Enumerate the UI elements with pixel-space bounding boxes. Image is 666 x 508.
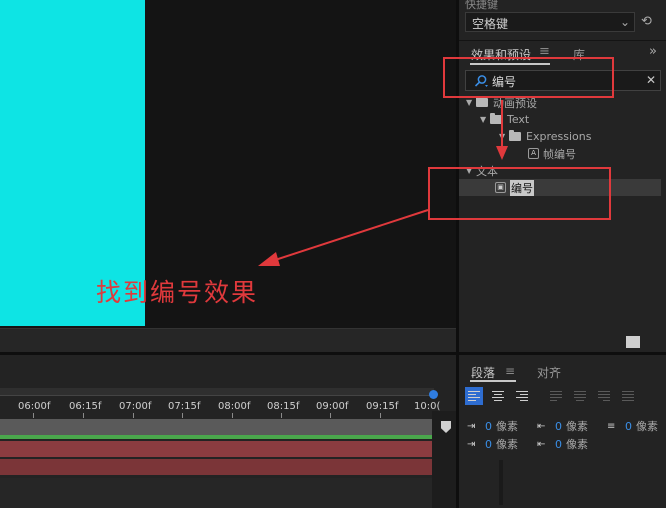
expand-triangle-icon[interactable]: ▼ [480, 115, 490, 124]
tree-item-frame-number[interactable]: A 帧编号 [528, 145, 576, 162]
annotation-box-search [443, 57, 614, 98]
timeline-panel: 06:00f 06:15f 07:00f 07:15f 08:00f 08:15… [0, 355, 456, 508]
align-right-button[interactable] [513, 387, 531, 405]
ruler-label: 06:15f [69, 401, 102, 412]
justify-right-button[interactable] [595, 387, 613, 405]
first-line-indent-value[interactable]: 0 [485, 438, 492, 451]
align-center-button[interactable] [489, 387, 507, 405]
paragraph-scrollbar[interactable] [499, 460, 503, 505]
tree-item-label: 帧编号 [543, 147, 576, 161]
ruler-label: 07:15f [168, 401, 201, 412]
space-after-field[interactable]: ⇤ 0 像素 [537, 436, 588, 452]
active-tab-underline [470, 380, 516, 382]
shortcut-select-value: 空格键 [472, 17, 509, 31]
ruler-label: 06:00f [18, 401, 51, 412]
space-after-unit: 像素 [566, 438, 588, 451]
tree-item-label: Expressions [526, 130, 592, 143]
ruler-tick [330, 413, 331, 418]
first-line-indent-unit: 像素 [496, 438, 518, 451]
annotation-box-effect [428, 167, 611, 220]
folder-icon [490, 113, 502, 124]
first-line-indent-field[interactable]: ⇥ 0 像素 [467, 436, 518, 452]
tree-item-text-folder[interactable]: ▼ Text [480, 111, 529, 128]
folder-icon [476, 96, 488, 107]
timeline-empty-area [0, 478, 432, 508]
indent-left-icon: ⇥ [467, 420, 476, 432]
justify-left-button[interactable] [547, 387, 565, 405]
shortcut-label: 快捷键 [465, 0, 498, 11]
indent-right-unit: 像素 [636, 420, 658, 433]
space-before-unit: 像素 [566, 420, 588, 433]
reset-icon[interactable]: ⟲ [641, 14, 657, 30]
expand-triangle-icon[interactable]: ▼ [499, 132, 509, 141]
tab-align[interactable]: 对齐 [537, 364, 561, 381]
layer-track[interactable] [0, 419, 432, 435]
work-area-end-handle[interactable] [429, 390, 438, 399]
ruler-tick [232, 413, 233, 418]
indent-right-icon: ≡ [607, 420, 616, 432]
ruler-tick [182, 413, 183, 418]
justify-center-button[interactable] [571, 387, 589, 405]
chevron-down-icon: ⌄ [619, 15, 630, 29]
annotation-text: 找到编号效果 [96, 278, 259, 307]
work-area-bar[interactable] [0, 388, 434, 396]
paragraph-panel: 段落 ≡ 对齐 ⇥ 0 像素 ⇤ 0 像素 ≡ 0 像素 ⇥ 0 像素 ⇤ 0 … [459, 355, 666, 508]
ruler-tick [380, 413, 381, 418]
divider [459, 40, 666, 41]
indent-left-unit: 像素 [496, 420, 518, 433]
folder-icon [509, 130, 521, 141]
space-before-value[interactable]: 0 [555, 420, 562, 433]
new-bin-icon[interactable] [626, 336, 640, 348]
ruler-tick [83, 413, 84, 418]
ruler-label: 09:15f [366, 401, 399, 412]
ruler-tick [133, 413, 134, 418]
ruler-tick [33, 413, 34, 418]
ruler-label: 09:00f [316, 401, 349, 412]
ruler-tick [281, 413, 282, 418]
first-line-indent-icon: ⇥ [467, 438, 476, 450]
indent-left-value[interactable]: 0 [485, 420, 492, 433]
space-after-value[interactable]: 0 [555, 438, 562, 451]
panel-menu-icon[interactable]: ≡ [505, 364, 515, 378]
indent-right-value[interactable]: 0 [625, 420, 632, 433]
viewer-footer-bar [0, 328, 458, 352]
tree-item-label: Text [507, 113, 530, 126]
expand-triangle-icon[interactable]: ▼ [466, 98, 476, 107]
tree-item-expressions-folder[interactable]: ▼ Expressions [499, 128, 591, 145]
alignment-buttons [465, 387, 637, 409]
layer-track[interactable] [0, 441, 432, 457]
indent-left-field[interactable]: ⇥ 0 像素 [467, 418, 518, 434]
shortcut-select[interactable]: 空格键 ⌄ [465, 12, 635, 32]
panel-overflow-icon[interactable]: » [649, 44, 657, 59]
justify-all-button[interactable] [619, 387, 637, 405]
ruler-label: 07:00f [119, 401, 152, 412]
layer-track[interactable] [0, 459, 432, 475]
animation-preset-icon: A [528, 148, 539, 159]
clear-search-icon[interactable]: ✕ [646, 73, 656, 87]
space-after-icon: ⇤ [537, 438, 546, 450]
align-left-button[interactable] [465, 387, 483, 405]
space-before-icon: ⇤ [537, 420, 546, 432]
render-range-bar [0, 435, 432, 439]
ruler-label: 08:00f [218, 401, 251, 412]
indent-right-field[interactable]: ≡ 0 像素 [607, 418, 658, 434]
space-before-field[interactable]: ⇤ 0 像素 [537, 418, 588, 434]
ruler-label: 08:15f [267, 401, 300, 412]
tab-paragraph[interactable]: 段落 [471, 364, 495, 381]
